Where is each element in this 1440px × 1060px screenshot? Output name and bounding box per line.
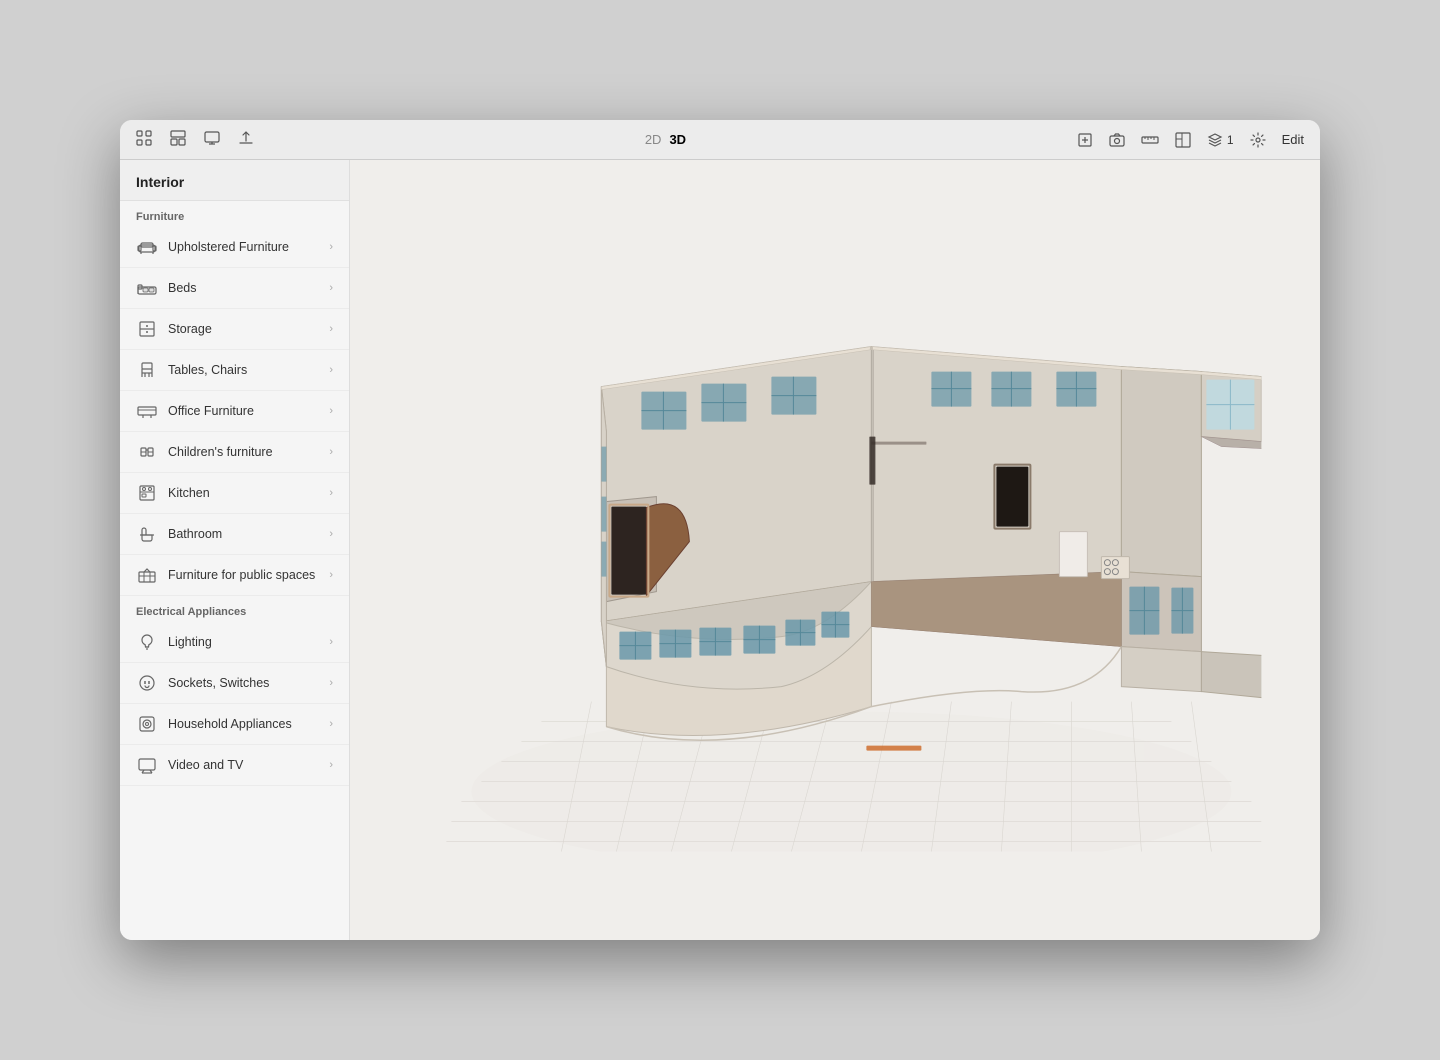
arrow-icon: › — [329, 241, 333, 253]
appliance-icon — [136, 713, 158, 735]
settings-icon[interactable] — [1250, 132, 1266, 148]
section-electrical: Electrical Appliances — [120, 596, 349, 622]
upload-icon[interactable] — [238, 130, 254, 149]
kitchen-icon — [136, 482, 158, 504]
bathroom-icon — [136, 523, 158, 545]
sidebar-item-beds[interactable]: Beds › — [120, 268, 349, 309]
arrow-icon: › — [329, 323, 333, 335]
public-spaces-label: Furniture for public spaces — [168, 568, 319, 582]
childrens-furniture-label: Children's furniture — [168, 445, 319, 459]
arrow-icon: › — [329, 636, 333, 648]
sofa-icon — [136, 236, 158, 258]
house-3d-view — [441, 272, 1261, 852]
kitchen-label: Kitchen — [168, 486, 319, 500]
toolbar-center: 2D 3D — [274, 132, 1057, 147]
sidebar-item-office-furniture[interactable]: Office Furniture › — [120, 391, 349, 432]
tv-icon — [136, 754, 158, 776]
chair-icon — [136, 359, 158, 381]
lighting-label: Lighting — [168, 635, 319, 649]
measure-icon[interactable] — [1141, 132, 1159, 148]
storage-label: Storage — [168, 322, 319, 336]
view-3d-button[interactable]: 3D — [669, 132, 686, 147]
sockets-label: Sockets, Switches — [168, 676, 319, 690]
sidebar-item-sockets[interactable]: Sockets, Switches › — [120, 663, 349, 704]
arrow-icon: › — [329, 282, 333, 294]
toolbar: 2D 3D — [120, 120, 1320, 160]
grid-icon[interactable] — [136, 130, 152, 149]
beds-label: Beds — [168, 281, 319, 295]
layers-icon[interactable]: 1 — [1207, 132, 1234, 148]
arrow-icon: › — [329, 569, 333, 581]
office-icon — [136, 400, 158, 422]
lighting-icon — [136, 631, 158, 653]
public-icon — [136, 564, 158, 586]
monitor-icon[interactable] — [204, 130, 220, 149]
sidebar-item-tables-chairs[interactable]: Tables, Chairs › — [120, 350, 349, 391]
socket-icon — [136, 672, 158, 694]
storage-icon — [136, 318, 158, 340]
toolbar-left — [136, 130, 254, 149]
sidebar-item-childrens-furniture[interactable]: Children's furniture › — [120, 432, 349, 473]
arrow-icon: › — [329, 364, 333, 376]
floor-plan-icon[interactable] — [1175, 132, 1191, 148]
main-content: Interior Furniture Upholstered Furniture… — [120, 160, 1320, 940]
view-toggle: 2D 3D — [645, 132, 686, 147]
sidebar-item-public-spaces[interactable]: Furniture for public spaces › — [120, 555, 349, 596]
view-2d-button[interactable]: 2D — [645, 132, 662, 147]
arrow-icon: › — [329, 677, 333, 689]
bed-icon — [136, 277, 158, 299]
layout-icon[interactable] — [170, 130, 186, 149]
office-furniture-label: Office Furniture — [168, 404, 319, 418]
viewport[interactable] — [350, 160, 1320, 940]
kids-icon — [136, 441, 158, 463]
video-tv-label: Video and TV — [168, 758, 319, 772]
bathroom-label: Bathroom — [168, 527, 319, 541]
section-furniture: Furniture — [120, 201, 349, 227]
sidebar-title: Interior — [120, 160, 349, 201]
arrow-icon: › — [329, 528, 333, 540]
tables-chairs-label: Tables, Chairs — [168, 363, 319, 377]
sidebar: Interior Furniture Upholstered Furniture… — [120, 160, 350, 940]
sidebar-item-storage[interactable]: Storage › — [120, 309, 349, 350]
arrow-icon: › — [329, 487, 333, 499]
sidebar-item-video-tv[interactable]: Video and TV › — [120, 745, 349, 786]
sidebar-item-bathroom[interactable]: Bathroom › — [120, 514, 349, 555]
expand-icon[interactable] — [1077, 132, 1093, 148]
upholstered-furniture-label: Upholstered Furniture — [168, 240, 319, 254]
edit-button[interactable]: Edit — [1282, 132, 1304, 147]
arrow-icon: › — [329, 446, 333, 458]
toolbar-right: 1 Edit — [1077, 132, 1304, 148]
sidebar-item-household-appliances[interactable]: Household Appliances › — [120, 704, 349, 745]
arrow-icon: › — [329, 759, 333, 771]
app-window: 2D 3D — [120, 120, 1320, 940]
household-appliances-label: Household Appliances — [168, 717, 319, 731]
layers-count: 1 — [1227, 133, 1234, 147]
camera-icon[interactable] — [1109, 132, 1125, 148]
sidebar-item-kitchen[interactable]: Kitchen › — [120, 473, 349, 514]
arrow-icon: › — [329, 405, 333, 417]
sidebar-item-upholstered-furniture[interactable]: Upholstered Furniture › — [120, 227, 349, 268]
arrow-icon: › — [329, 718, 333, 730]
sidebar-item-lighting[interactable]: Lighting › — [120, 622, 349, 663]
